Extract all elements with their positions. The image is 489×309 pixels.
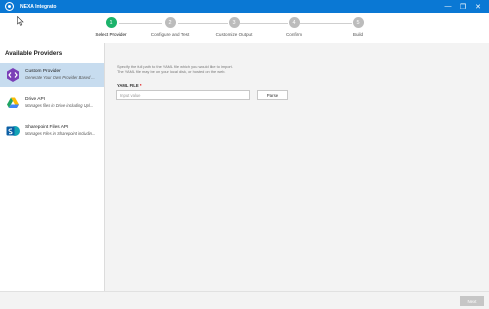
provider-sidebar: Available Providers Custom Provider Gene… [0, 43, 105, 291]
provider-item-sharepoint-files-api[interactable]: Sharepoint Files API Manages Files in Sh… [0, 119, 104, 143]
custom-provider-icon [7, 68, 19, 82]
provider-name: Custom Provider [25, 69, 61, 74]
step-number: 3 [228, 17, 240, 28]
mouse-pointer-icon [17, 16, 24, 26]
step-select-provider: 1 Select Provider [81, 17, 141, 37]
required-mark: * [139, 83, 142, 88]
step-number: 2 [164, 17, 176, 28]
next-button[interactable]: Next [460, 296, 484, 306]
step-configure-and-test: 2 Configure and Test [140, 17, 200, 37]
instructions: Specify the full path to the YAML file w… [117, 64, 233, 74]
step-build: 5 Build [328, 17, 388, 37]
main-content: Specify the full path to the YAML file w… [105, 43, 489, 291]
step-label: Configure and Test [150, 32, 190, 37]
yaml-file-input[interactable] [116, 90, 250, 100]
provider-item-drive-api[interactable]: Drive API Manages files in Drive includi… [0, 91, 104, 115]
yaml-file-label: YAML FILE * [117, 83, 141, 88]
google-drive-icon [7, 97, 19, 108]
sharepoint-icon [6, 126, 20, 136]
provider-item-custom-provider[interactable]: Custom Provider Generate Your Own Provid… [0, 63, 104, 87]
step-label: Select Provider [95, 32, 127, 37]
provider-name: Drive API [25, 97, 45, 102]
title-bar: NEXA Integrato — ❐ ✕ [0, 0, 489, 13]
step-number: 1 [105, 17, 117, 28]
yaml-file-label-text: YAML FILE [117, 83, 139, 88]
maximize-icon[interactable]: ❐ [456, 0, 470, 13]
close-icon[interactable]: ✕ [471, 0, 485, 13]
window-title: NEXA Integrato [20, 3, 57, 10]
provider-name: Sharepoint Files API [25, 125, 69, 130]
step-label: Customize Output [215, 32, 253, 37]
step-number: 4 [288, 17, 300, 28]
parse-button[interactable]: Parse [257, 90, 288, 100]
step-label: Build [352, 32, 364, 37]
step-customize-output: 3 Customize Output [204, 17, 264, 37]
step-label: Confirm [285, 32, 303, 37]
app-icon [5, 2, 14, 11]
step-number: 5 [352, 17, 364, 28]
footer-bar: Next [0, 291, 489, 309]
instruction-line: The YAML file may be on your local disk,… [117, 69, 226, 74]
provider-description: Manages files in Drive including Upl... [25, 103, 94, 108]
provider-description: Generate Your Own Provider Based ... [25, 75, 95, 80]
provider-description: Manages Files in Sharepoint includin... [25, 131, 96, 136]
wizard-header: 1 Select Provider 2 Configure and Test 3… [0, 13, 489, 43]
sidebar-heading: Available Providers [5, 50, 63, 57]
step-confirm: 4 Confirm [264, 17, 324, 37]
minimize-icon[interactable]: — [441, 0, 455, 13]
